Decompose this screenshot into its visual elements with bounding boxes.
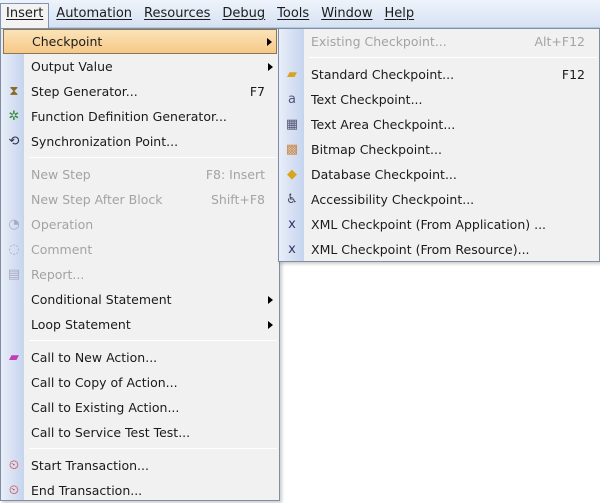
menu-item-label: Text Checkpoint... <box>311 92 423 107</box>
checkpoint-submenu: Existing Checkpoint... Alt+F12 ▰ Standard C… <box>278 28 600 262</box>
menu-item-operation: ◔ Operation <box>3 212 277 237</box>
menu-item-label: Call to Copy of Action... <box>31 375 178 390</box>
operation-icon: ◔ <box>8 216 20 232</box>
submenu-arrow-icon <box>267 37 272 46</box>
menu-item-function-definition-generator[interactable]: ✲ Function Definition Generator... <box>3 104 277 129</box>
menu-item-call-to-service-test-test[interactable]: Call to Service Test Test... <box>3 420 277 445</box>
menu-item-label: Conditional Statement <box>31 292 172 307</box>
menu-item-comment: ◌ Comment <box>3 237 277 262</box>
menu-item-label: Text Area Checkpoint... <box>311 117 456 132</box>
menu-bar: Insert Automation Resources Debug Tools Windo… <box>0 0 600 30</box>
menu-item-label: Call to Service Test Test... <box>31 425 191 440</box>
submenu-arrow-icon <box>268 62 273 71</box>
menu-help[interactable]: Help <box>379 3 419 25</box>
menu-item-label: Database Checkpoint... <box>311 167 457 182</box>
menu-item-step-generator[interactable]: ⧗ Step Generator... F7 <box>3 79 277 104</box>
menu-item-start-transaction[interactable]: ⏲ Start Transaction... <box>3 453 277 478</box>
menu-item-label: Function Definition Generator... <box>31 109 227 124</box>
menu-resources[interactable]: Resources <box>139 3 215 25</box>
menu-item-xml-checkpoint-from-resource[interactable]: x XML Checkpoint (From Resource)... <box>281 237 597 262</box>
menu-item-label: Output Value <box>31 59 113 74</box>
menu-item-existing-checkpoint: Existing Checkpoint... Alt+F12 <box>281 29 597 54</box>
menu-item-database-checkpoint[interactable]: ◆ Database Checkpoint... <box>281 162 597 187</box>
text-area-checkpoint-icon: ▦ <box>285 116 299 132</box>
menu-item-label: Loop Statement <box>31 317 131 332</box>
shortcut-label: Alt+F12 <box>534 34 586 49</box>
menu-item-label: Existing Checkpoint... <box>311 34 447 49</box>
xml-app-checkpoint-icon: x <box>288 216 296 232</box>
menu-item-new-step-after-block: New Step After Block Shift+F8 <box>3 187 277 212</box>
menu-item-label: New Step <box>31 167 91 182</box>
menu-item-label: Accessibility Checkpoint... <box>311 192 475 207</box>
menu-item-xml-checkpoint-from-application[interactable]: x XML Checkpoint (From Application) ... <box>281 212 597 237</box>
comment-icon: ◌ <box>8 241 20 257</box>
menu-item-end-transaction[interactable]: ⏲ End Transaction... <box>3 478 277 503</box>
step-generator-icon: ⧗ <box>9 83 19 99</box>
menu-item-standard-checkpoint[interactable]: ▰ Standard Checkpoint... F12 <box>281 62 597 87</box>
menu-item-text-area-checkpoint[interactable]: ▦ Text Area Checkpoint... <box>281 112 597 137</box>
menu-item-label: Synchronization Point... <box>31 134 179 149</box>
menu-separator <box>309 57 597 58</box>
menu-separator <box>29 340 277 341</box>
menu-separator <box>29 448 277 449</box>
menu-item-label: Operation <box>31 217 94 232</box>
menu-item-output-value[interactable]: Output Value <box>3 54 277 79</box>
menu-item-new-step: New Step F8: Insert <box>3 162 277 187</box>
database-checkpoint-icon: ◆ <box>287 166 297 182</box>
menu-automation[interactable]: Automation <box>51 3 137 25</box>
report-icon: ▤ <box>7 266 21 282</box>
menu-item-label: Step Generator... <box>31 84 138 99</box>
menu-item-label: New Step After Block <box>31 192 163 207</box>
menu-item-accessibility-checkpoint[interactable]: ♿ Accessibility Checkpoint... <box>281 187 597 212</box>
end-transaction-icon: ⏲ <box>8 482 20 498</box>
shortcut-label: Shift+F8 <box>210 192 265 207</box>
new-action-icon: ▰ <box>9 349 19 365</box>
menu-item-label: Call to Existing Action... <box>31 400 180 415</box>
insert-menu: Checkpoint Output Value ⧗ Step Generator...… <box>0 28 280 501</box>
menu-item-call-to-new-action[interactable]: ▰ Call to New Action... <box>3 345 277 370</box>
submenu-arrow-icon <box>268 295 273 304</box>
shortcut-label: F12 <box>561 67 585 82</box>
menu-window[interactable]: Window <box>316 3 377 25</box>
menu-item-call-to-copy-of-action[interactable]: Call to Copy of Action... <box>3 370 277 395</box>
menu-item-label: Report... <box>31 267 85 282</box>
menu-item-label: Start Transaction... <box>31 458 149 473</box>
menu-item-synchronization-point[interactable]: ⟲ Synchronization Point... <box>3 129 277 154</box>
text-checkpoint-icon: a <box>288 91 296 107</box>
menu-insert[interactable]: Insert <box>0 2 50 30</box>
menu-item-checkpoint[interactable]: Checkpoint <box>3 29 277 54</box>
menu-separator <box>29 157 277 158</box>
menu-item-conditional-statement[interactable]: Conditional Statement <box>3 287 277 312</box>
menu-item-bitmap-checkpoint[interactable]: ▩ Bitmap Checkpoint... <box>281 137 597 162</box>
menu-item-label: XML Checkpoint (From Resource)... <box>311 242 530 257</box>
function-generator-icon: ✲ <box>8 108 20 124</box>
menu-item-label: Bitmap Checkpoint... <box>311 142 442 157</box>
accessibility-checkpoint-icon: ♿ <box>286 191 298 207</box>
menu-debug[interactable]: Debug <box>217 3 270 25</box>
menu-item-label: Checkpoint <box>32 34 103 49</box>
menu-item-report: ▤ Report... <box>3 262 277 287</box>
start-transaction-icon: ⏲ <box>8 457 20 473</box>
submenu-arrow-icon <box>268 320 273 329</box>
menu-item-loop-statement[interactable]: Loop Statement <box>3 312 277 337</box>
shortcut-label: F7 <box>249 84 265 99</box>
menu-item-call-to-existing-action[interactable]: Call to Existing Action... <box>3 395 277 420</box>
menu-item-label: Standard Checkpoint... <box>311 67 455 82</box>
bitmap-checkpoint-icon: ▩ <box>285 141 299 157</box>
menu-item-label: XML Checkpoint (From Application) ... <box>311 217 547 232</box>
synchronization-icon: ⟲ <box>8 133 20 149</box>
menu-item-label: Comment <box>31 242 93 257</box>
menu-item-text-checkpoint[interactable]: a Text Checkpoint... <box>281 87 597 112</box>
standard-checkpoint-icon: ▰ <box>287 66 297 82</box>
menu-item-label: End Transaction... <box>31 483 143 498</box>
menu-tools[interactable]: Tools <box>272 3 314 25</box>
xml-resource-checkpoint-icon: x <box>288 241 296 257</box>
menu-item-label: Call to New Action... <box>31 350 158 365</box>
shortcut-label: F8: Insert <box>205 167 265 182</box>
